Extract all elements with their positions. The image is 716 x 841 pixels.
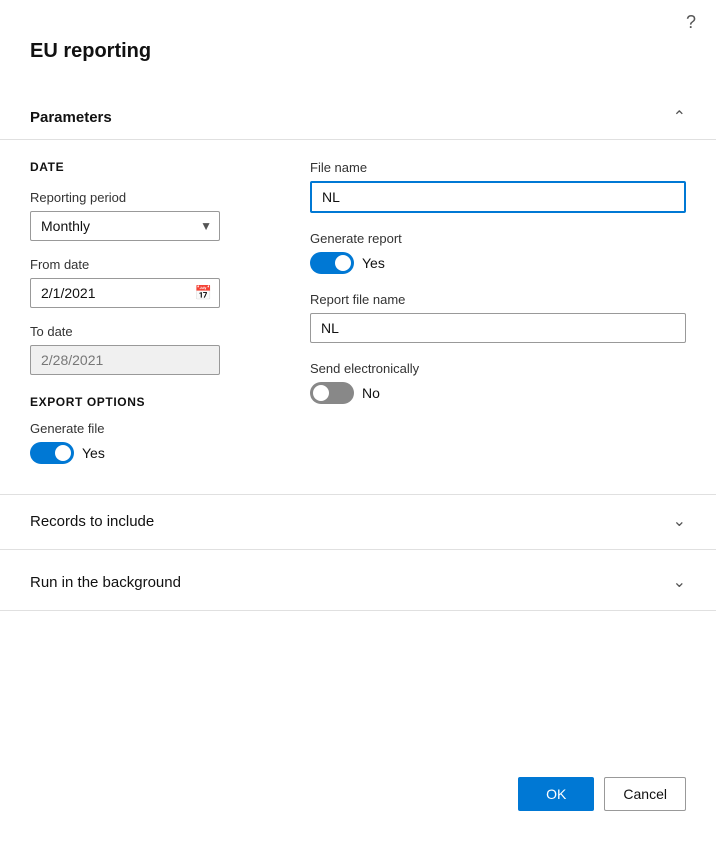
send-electronically-toggle-row: No (310, 382, 686, 404)
generate-file-toggle[interactable] (30, 442, 74, 464)
generate-file-toggle-row: Yes (30, 442, 270, 464)
footer-buttons: OK Cancel (518, 777, 686, 811)
file-name-label: File name (310, 160, 686, 175)
parameters-section-title: Parameters (30, 109, 112, 126)
date-label: DATE (30, 160, 270, 174)
report-file-name-group: Report file name (310, 292, 686, 343)
generate-report-yes-label: Yes (362, 255, 385, 271)
send-electronically-label: Send electronically (310, 361, 686, 376)
file-name-input[interactable] (310, 181, 686, 213)
generate-report-group: Generate report Yes (310, 231, 686, 274)
export-options-label: EXPORT OPTIONS (30, 395, 270, 409)
from-date-calendar-icon[interactable]: 📅 (195, 285, 212, 302)
reporting-period-select-wrapper: Monthly Quarterly Yearly ▼ (30, 211, 220, 241)
from-date-label: From date (30, 257, 270, 272)
parameters-section: Parameters ⌃ DATE Reporting period Month… (0, 95, 716, 495)
background-section-header[interactable]: Run in the background ⌄ (0, 554, 716, 610)
parameters-section-header[interactable]: Parameters ⌃ (0, 95, 716, 140)
generate-file-yes-label: Yes (82, 445, 105, 461)
reporting-period-select[interactable]: Monthly Quarterly Yearly (30, 211, 220, 241)
parameters-section-content: DATE Reporting period Monthly Quarterly … (0, 140, 716, 495)
from-date-input[interactable] (30, 278, 220, 308)
generate-file-label: Generate file (30, 421, 270, 436)
send-electronically-no-label: No (362, 385, 380, 401)
from-date-group: From date 📅 (30, 257, 270, 308)
ok-button[interactable]: OK (518, 777, 594, 811)
parameters-chevron-up-icon: ⌃ (673, 107, 686, 127)
report-file-name-input[interactable] (310, 313, 686, 343)
to-date-group: To date (30, 324, 270, 375)
send-electronically-toggle[interactable] (310, 382, 354, 404)
page-title: EU reporting (30, 40, 151, 63)
to-date-label: To date (30, 324, 270, 339)
help-icon[interactable]: ? (686, 12, 696, 33)
records-chevron-down-icon: ⌄ (673, 511, 686, 531)
file-name-group: File name (310, 160, 686, 213)
generate-report-toggle-row: Yes (310, 252, 686, 274)
to-date-input[interactable] (30, 345, 220, 375)
send-electronically-group: Send electronically No (310, 361, 686, 404)
generate-report-toggle[interactable] (310, 252, 354, 274)
reporting-period-label: Reporting period (30, 190, 270, 205)
cancel-button[interactable]: Cancel (604, 777, 686, 811)
background-section-title: Run in the background (30, 574, 181, 591)
from-date-wrapper: 📅 (30, 278, 220, 308)
to-date-wrapper (30, 345, 220, 375)
records-section-title: Records to include (30, 513, 154, 530)
reporting-period-group: Reporting period Monthly Quarterly Yearl… (30, 190, 270, 241)
export-options-group: EXPORT OPTIONS Generate file Yes (30, 395, 270, 464)
records-section: Records to include ⌄ (0, 493, 716, 550)
generate-report-label: Generate report (310, 231, 686, 246)
report-file-name-label: Report file name (310, 292, 686, 307)
records-section-header[interactable]: Records to include ⌄ (0, 493, 716, 549)
background-chevron-down-icon: ⌄ (673, 572, 686, 592)
date-column: DATE Reporting period Monthly Quarterly … (30, 160, 270, 464)
file-name-column: File name Generate report Yes Report fil… (310, 160, 686, 464)
background-section: Run in the background ⌄ (0, 554, 716, 611)
